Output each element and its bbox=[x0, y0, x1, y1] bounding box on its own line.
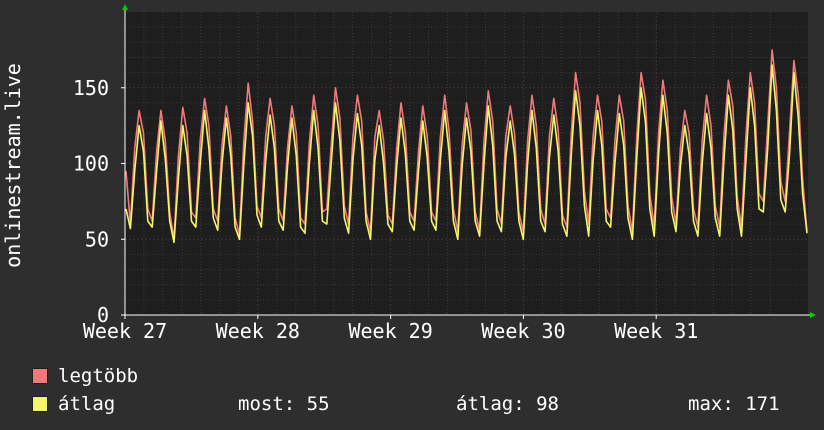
legend: legtöbb átlag most: 55 átlag: 98 max: 17… bbox=[30, 362, 810, 418]
legend-row-max: legtöbb bbox=[30, 362, 810, 390]
y-tick-label: 50 bbox=[85, 227, 109, 251]
legend-row-avg: átlag most: 55 átlag: 98 max: 171 bbox=[30, 390, 810, 418]
y-tick-label: 150 bbox=[73, 76, 109, 100]
legend-label-max: legtöbb bbox=[58, 365, 139, 387]
x-tick-label: Week 27 bbox=[83, 319, 167, 343]
x-tick-label: Week 30 bbox=[481, 319, 565, 343]
x-tick-label: Week 31 bbox=[614, 319, 698, 343]
stat-average: átlag: 98 bbox=[456, 393, 559, 415]
x-tick-label: Week 29 bbox=[348, 319, 432, 343]
x-tick-label: Week 28 bbox=[216, 319, 300, 343]
legend-label-avg: átlag bbox=[58, 393, 116, 415]
stat-max: max: 171 bbox=[688, 393, 780, 415]
y-axis-label: onlinestream.live bbox=[1, 63, 25, 268]
plot-svg: 050100150Week 27 Week 28 Week 29 Week 30 Wee… bbox=[0, 0, 824, 362]
legend-swatch-max bbox=[32, 368, 48, 384]
y-tick-label: 100 bbox=[73, 152, 109, 176]
chart: 0 50 100 150 Week 27 Week 28 Week 29 Week 30 Wee… bbox=[0, 0, 824, 430]
legend-swatch-avg bbox=[32, 396, 48, 412]
stat-current: most: 55 bbox=[238, 393, 330, 415]
